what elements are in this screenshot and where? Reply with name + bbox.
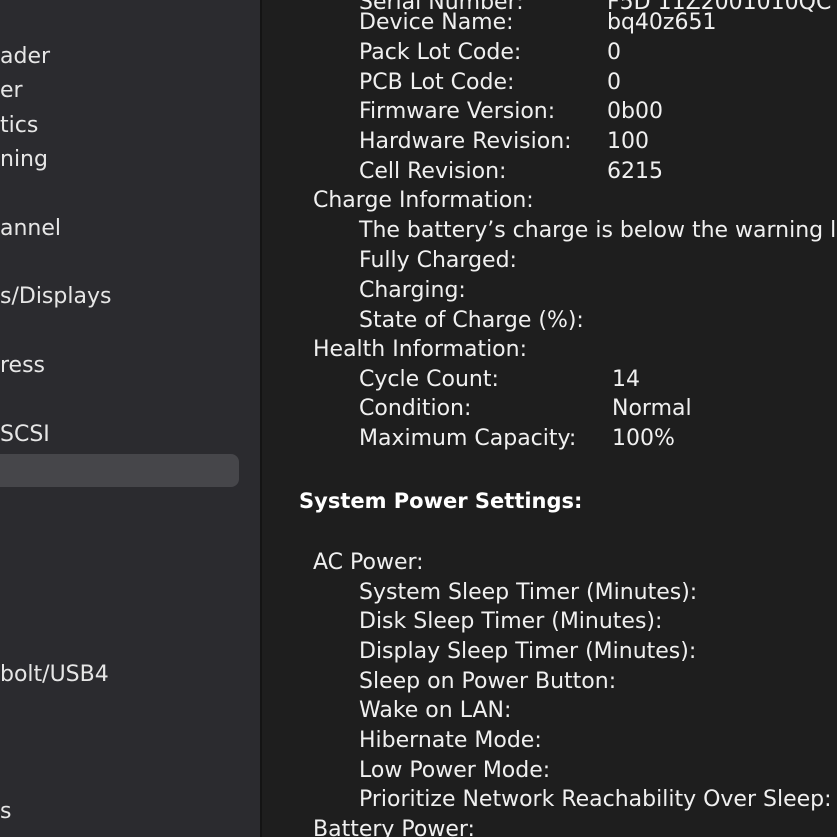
fully-charged-label: Fully Charged: (359, 248, 517, 273)
device-name-value: bq40z651 (607, 10, 717, 35)
sleep-on-power-button-label: Sleep on Power Button: (359, 669, 617, 694)
hibernate-mode-label: Hibernate Mode: (359, 728, 542, 753)
pack-lot-code-row: Pack Lot Code: 0 (359, 38, 621, 68)
condition-label: Condition: (359, 396, 472, 421)
cell-revision-row: Cell Revision: 6215 (359, 157, 663, 187)
sidebar-item-label: tics (0, 113, 39, 138)
pcb-lot-code-row: PCB Lot Code: 0 (359, 68, 621, 98)
sidebar-item-label: SCSI (0, 422, 50, 447)
cycle-count-label: Cycle Count: (359, 367, 499, 392)
sidebar: ader er tics ning annel s/Displays ress … (0, 0, 262, 837)
sidebar-item-label: s (0, 799, 12, 824)
sidebar-item-nvmexpress[interactable]: ress (0, 349, 45, 383)
pack-lot-code-value: 0 (607, 40, 621, 65)
cell-revision-value: 6215 (607, 159, 663, 184)
sidebar-item-controller[interactable]: er (0, 74, 23, 108)
device-name-label: Device Name: (359, 10, 514, 35)
sidebar-item-card-reader[interactable]: ader (0, 40, 50, 74)
sidebar-item-parallel-scsi[interactable]: SCSI (0, 418, 50, 452)
state-of-charge-label: State of Charge (%): (359, 308, 584, 333)
maximum-capacity-row: Maximum Capacity: 100% (359, 424, 675, 454)
system-power-settings-heading: System Power Settings: (299, 489, 583, 513)
sidebar-item-last[interactable]: s (0, 795, 11, 829)
low-power-mode-label: Low Power Mode: (359, 758, 551, 783)
ac-power-title: AC Power: (313, 550, 424, 575)
firmware-version-label: Firmware Version: (359, 99, 556, 124)
pack-lot-code-label: Pack Lot Code: (359, 40, 522, 65)
sidebar-item-fibre-channel[interactable]: annel (0, 212, 61, 246)
system-information-window: ader er tics ning annel s/Displays ress … (0, 0, 837, 837)
sidebar-item-disc-burning[interactable]: ning (0, 143, 48, 177)
firmware-version-value: 0b00 (607, 99, 663, 124)
sidebar-item-thunderbolt-usb4[interactable]: bolt/USB4 (0, 658, 109, 692)
cycle-count-value: 14 (612, 367, 640, 392)
condition-value: Normal (612, 396, 692, 421)
system-sleep-timer-label: System Sleep Timer (Minutes): (359, 580, 698, 605)
sidebar-item-label: ress (0, 353, 46, 378)
sidebar-item-label: ning (0, 147, 48, 172)
maximum-capacity-label: Maximum Capacity: (359, 426, 577, 451)
condition-row: Condition: Normal (359, 394, 692, 424)
maximum-capacity-value: 100% (612, 426, 675, 451)
disk-sleep-timer-label: Disk Sleep Timer (Minutes): (359, 609, 663, 634)
sidebar-item-label: s/Displays (0, 284, 112, 309)
hardware-revision-value: 100 (607, 129, 649, 154)
wake-on-lan-label: Wake on LAN: (359, 698, 512, 723)
charging-label: Charging: (359, 278, 466, 303)
prioritize-network-label: Prioritize Network Reachability Over Sle… (359, 787, 832, 812)
pcb-lot-code-label: PCB Lot Code: (359, 70, 515, 95)
sidebar-selected-highlight[interactable] (0, 454, 239, 487)
device-name-row: Device Name: bq40z651 (359, 8, 716, 38)
cell-revision-label: Cell Revision: (359, 159, 507, 184)
health-information-title: Health Information: (313, 337, 527, 362)
charge-warning-text: The battery’s charge is below the warnin… (359, 218, 837, 243)
sidebar-item-graphics-displays[interactable]: s/Displays (0, 280, 111, 314)
sidebar-item-label: bolt/USB4 (0, 662, 109, 687)
charge-information-title: Charge Information: (313, 188, 534, 213)
pcb-lot-code-value: 0 (607, 70, 621, 95)
sidebar-item-label: annel (0, 216, 62, 241)
sidebar-item-label: ader (0, 44, 51, 69)
sidebar-item-label: er (0, 78, 23, 103)
battery-power-title: Battery Power: (313, 817, 475, 837)
display-sleep-timer-label: Display Sleep Timer (Minutes): (359, 639, 697, 664)
detail-pane: Serial Number: F5D 11Z2001010QC Device N… (264, 0, 837, 837)
firmware-version-row: Firmware Version: 0b00 (359, 97, 663, 127)
hardware-revision-row: Hardware Revision: 100 (359, 127, 649, 157)
hardware-revision-label: Hardware Revision: (359, 129, 572, 154)
cycle-count-row: Cycle Count: 14 (359, 365, 640, 395)
sidebar-item-diagnostics[interactable]: tics (0, 109, 38, 143)
